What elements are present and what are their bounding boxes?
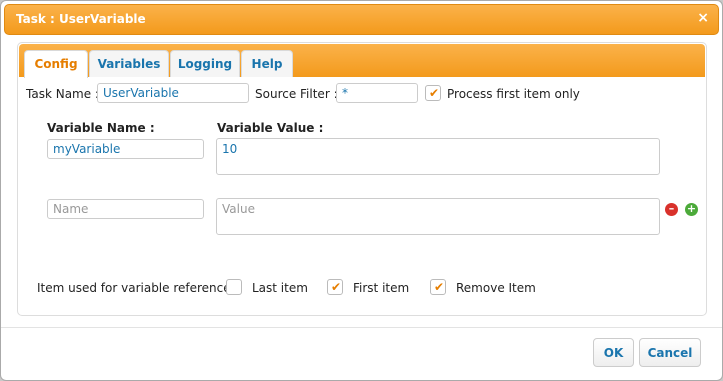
cancel-button[interactable]: Cancel (639, 338, 701, 367)
remove-item-label: Remove Item (456, 281, 536, 295)
last-item-label: Last item (252, 281, 308, 295)
first-item-label: First item (353, 281, 410, 295)
variable-value-header: Variable Value : (217, 121, 324, 135)
process-first-label: Process first item only (447, 87, 580, 101)
variable-name-header: Variable Name : (47, 121, 155, 135)
task-dialog: Task : UserVariable × Config Variables L… (0, 0, 723, 381)
source-filter-label: Source Filter : (255, 87, 338, 101)
first-item-checkbox[interactable]: ✔ (327, 279, 343, 295)
dialog-titlebar[interactable]: Task : UserVariable × (4, 4, 719, 35)
new-variable-name-input[interactable] (47, 199, 204, 219)
ok-button[interactable]: OK (593, 338, 634, 367)
footer-divider (1, 327, 722, 328)
close-icon[interactable]: × (697, 10, 709, 26)
process-first-checkbox[interactable]: ✔ (425, 85, 441, 101)
task-name-label: Task Name : (26, 87, 99, 101)
tab-variables[interactable]: Variables (89, 50, 169, 77)
source-filter-input[interactable] (336, 83, 418, 103)
tab-logging[interactable]: Logging (170, 50, 240, 77)
checkmark-icon: ✔ (434, 280, 445, 294)
remove-icon[interactable]: – (665, 203, 678, 216)
checkmark-icon: ✔ (429, 86, 440, 100)
variable-value-input[interactable]: 10 (216, 138, 660, 175)
variable-name-input[interactable] (47, 139, 204, 159)
last-item-checkbox[interactable] (226, 279, 242, 295)
tab-config[interactable]: Config (24, 50, 88, 78)
add-icon[interactable]: + (685, 203, 698, 216)
remove-item-checkbox[interactable]: ✔ (430, 279, 446, 295)
checkmark-icon: ✔ (331, 280, 342, 294)
dialog-title: Task : UserVariable (16, 12, 146, 26)
tab-bar: Config Variables Logging Help (19, 44, 705, 78)
new-variable-value-input[interactable] (216, 198, 660, 235)
reference-label: Item used for variable reference : (37, 281, 239, 295)
task-name-input[interactable] (97, 83, 249, 103)
tab-help[interactable]: Help (241, 50, 293, 77)
